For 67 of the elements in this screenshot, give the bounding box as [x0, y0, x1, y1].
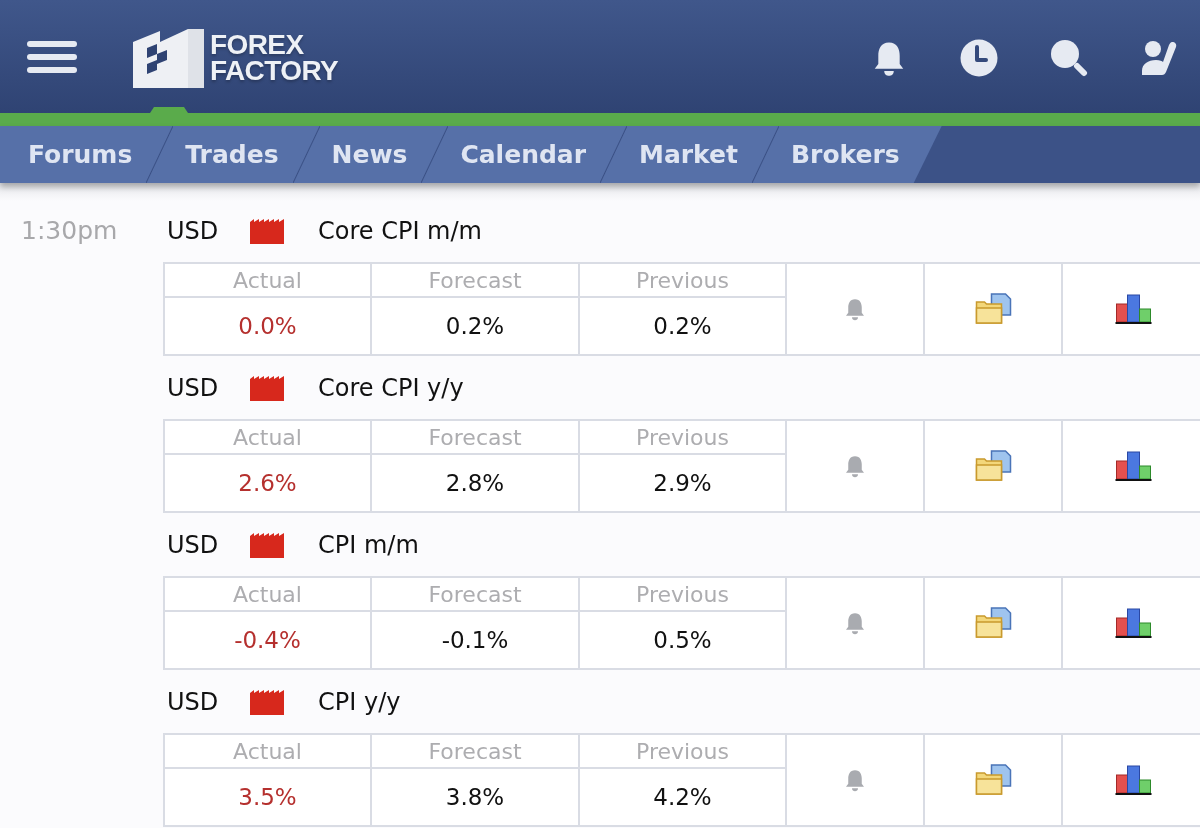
details-button[interactable] [925, 735, 1061, 825]
history-button[interactable] [960, 38, 998, 77]
value-cell: 0.0% [165, 298, 370, 354]
clock-icon [960, 38, 998, 77]
currency-code: USD [167, 217, 219, 245]
bar-chart-icon [1114, 451, 1152, 481]
column-header: Previous [580, 421, 785, 453]
nav-tab[interactable]: News [319, 126, 422, 183]
bar-chart-icon [1114, 608, 1152, 638]
column-header: Actual [165, 735, 370, 767]
event-title[interactable]: Core CPI y/y [318, 374, 464, 402]
account-button[interactable] [1140, 38, 1178, 77]
column-header: Actual [165, 578, 370, 610]
value-cell: 3.5% [165, 769, 370, 825]
menu-icon [27, 40, 77, 73]
folder-icon [974, 450, 1012, 482]
column-header: Forecast [372, 421, 578, 453]
bar-chart-icon [1114, 294, 1152, 324]
folder-icon [974, 607, 1012, 639]
value-cell: 3.8% [372, 769, 578, 825]
value-cell: 0.2% [372, 298, 578, 354]
factory-logo-icon [133, 28, 204, 88]
chart-button[interactable] [1063, 421, 1200, 511]
column-header: Forecast [372, 264, 578, 296]
value-cell: 0.2% [580, 298, 785, 354]
user-icon [1140, 38, 1178, 77]
value-cell: 0.5% [580, 612, 785, 668]
logo-text: FOREX [210, 32, 305, 58]
currency-code: USD [167, 531, 219, 559]
folder-icon [974, 293, 1012, 325]
column-header: Actual [165, 421, 370, 453]
column-header: Actual [165, 264, 370, 296]
details-button[interactable] [925, 578, 1061, 668]
nav-tab[interactable]: Calendar [448, 126, 601, 183]
value-cell: 2.9% [580, 455, 785, 511]
column-header: Previous [580, 264, 785, 296]
details-button[interactable] [925, 264, 1061, 354]
chart-button[interactable] [1063, 735, 1200, 825]
column-header: Forecast [372, 578, 578, 610]
nav-tab[interactable]: Brokers [779, 126, 914, 183]
event-title[interactable]: CPI y/y [318, 688, 401, 716]
search-button[interactable] [1050, 38, 1088, 77]
value-cell: 4.2% [580, 769, 785, 825]
event-title[interactable]: Core CPI m/m [318, 217, 482, 245]
nav-pointer [150, 107, 188, 113]
currency-code: USD [167, 688, 219, 716]
chart-button[interactable] [1063, 578, 1200, 668]
currency-code: USD [167, 374, 219, 402]
menu-button[interactable] [27, 40, 77, 73]
nav-tab[interactable]: Trades [173, 126, 293, 183]
event-title[interactable]: CPI m/m [318, 531, 419, 559]
nav-tab[interactable]: Market [627, 126, 752, 183]
chart-button[interactable] [1063, 264, 1200, 354]
value-cell: 2.6% [165, 455, 370, 511]
logo-text: FACTORY [210, 58, 339, 84]
details-button[interactable] [925, 421, 1061, 511]
search-icon [1050, 38, 1088, 77]
folder-icon [974, 764, 1012, 796]
column-header: Forecast [372, 735, 578, 767]
value-cell: -0.1% [372, 612, 578, 668]
nav-tab[interactable]: Forums [0, 126, 147, 183]
column-header: Previous [580, 578, 785, 610]
event-time: 1:30pm [20, 215, 119, 247]
value-cell: -0.4% [165, 612, 370, 668]
bar-chart-icon [1114, 765, 1152, 795]
column-header: Previous [580, 735, 785, 767]
value-cell: 2.8% [372, 455, 578, 511]
